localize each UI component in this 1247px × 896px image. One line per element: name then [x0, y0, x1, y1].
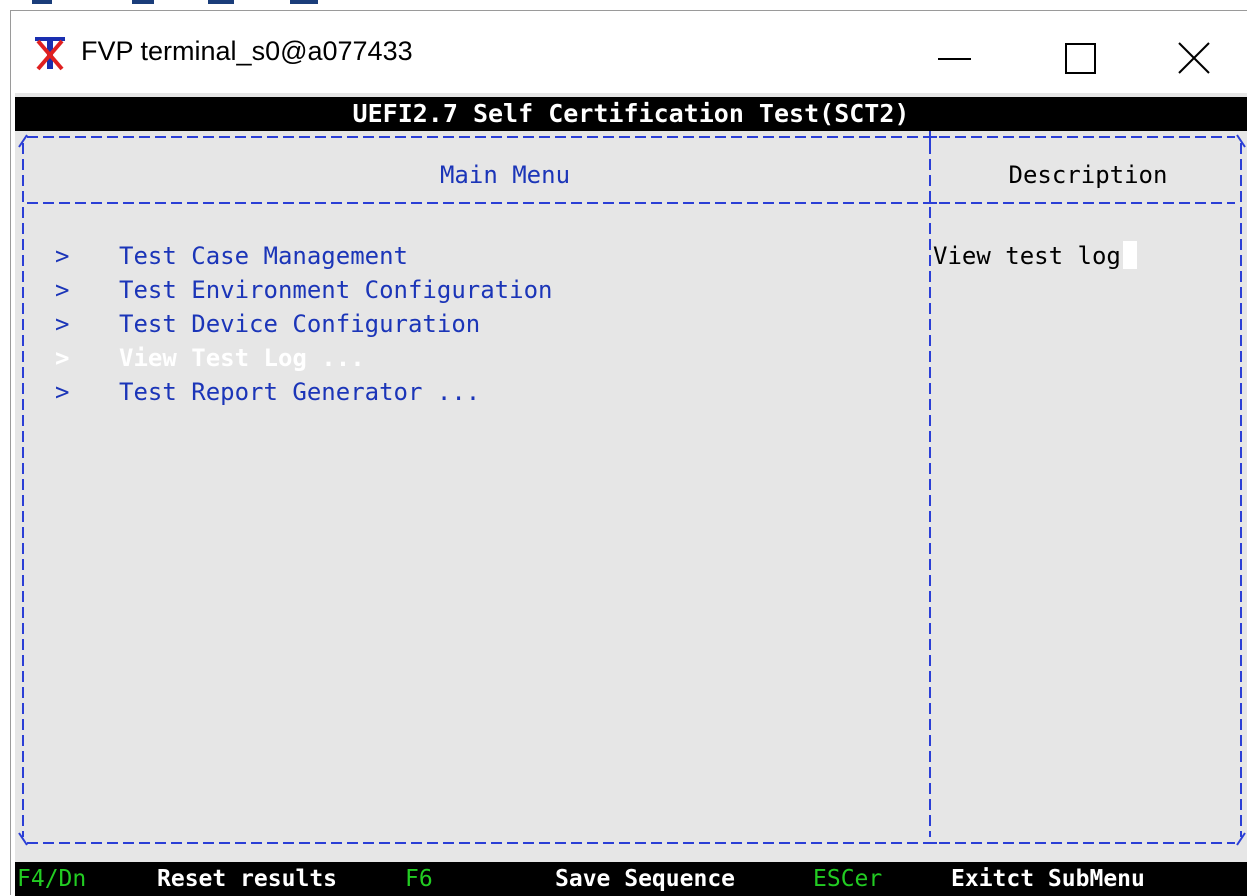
terminal-window: FVP terminal_s0@a077433 UEFI2.7 Self Cer…	[10, 10, 1247, 896]
maximize-button[interactable]	[1031, 23, 1121, 83]
arrow-icon: >	[55, 344, 70, 372]
menu-item-test-device-configuration[interactable]: > Test Device Configuration	[55, 307, 552, 341]
arrow-icon: >	[55, 242, 70, 270]
menu-item-view-test-log[interactable]: > View Test Log ...	[55, 341, 552, 375]
footer-bar: F4/Dn Reset results F6 Save Sequence ESC…	[15, 862, 1247, 896]
footer-key-f6: F6	[405, 866, 433, 892]
title-bar[interactable]: FVP terminal_s0@a077433	[11, 11, 1247, 93]
desktop-strip	[0, 0, 1247, 10]
text-cursor	[1122, 241, 1137, 269]
description-title: Description	[1008, 161, 1168, 189]
footer-label-save-sequence: Save Sequence	[555, 866, 736, 892]
terminal-x-icon	[33, 33, 67, 71]
main-menu-title: Main Menu	[439, 161, 571, 189]
description-text: View test log	[933, 239, 1137, 273]
menu-item-test-report-generator[interactable]: > Test Report Generator ...	[55, 375, 552, 409]
minimize-icon	[938, 58, 971, 60]
arrow-icon: >	[55, 378, 70, 406]
main-menu-list: > Test Case Management > Test Environment …	[55, 239, 552, 409]
window-title: FVP terminal_s0@a077433	[81, 36, 413, 66]
menu-item-test-case-management[interactable]: > Test Case Management	[55, 239, 552, 273]
minimize-button[interactable]	[911, 23, 1001, 83]
close-button[interactable]	[1147, 23, 1237, 83]
menu-item-test-environment-configuration[interactable]: > Test Environment Configuration	[55, 273, 552, 307]
terminal-screen[interactable]: UEFI2.7 Self Certification Test(SCT2) Ma…	[15, 93, 1247, 896]
close-icon	[1178, 42, 1210, 74]
maximize-icon	[1065, 43, 1096, 74]
sct-header: UEFI2.7 Self Certification Test(SCT2)	[15, 97, 1247, 131]
arrow-icon: >	[55, 310, 70, 338]
footer-label-reset-results: Reset results	[157, 866, 338, 892]
footer-key-f4: F4/Dn	[17, 866, 87, 892]
footer-key-esc: ESCer	[813, 866, 883, 892]
arrow-icon: >	[55, 276, 70, 304]
footer-label-exit-submenu: Exitct SubMenu	[951, 866, 1145, 892]
